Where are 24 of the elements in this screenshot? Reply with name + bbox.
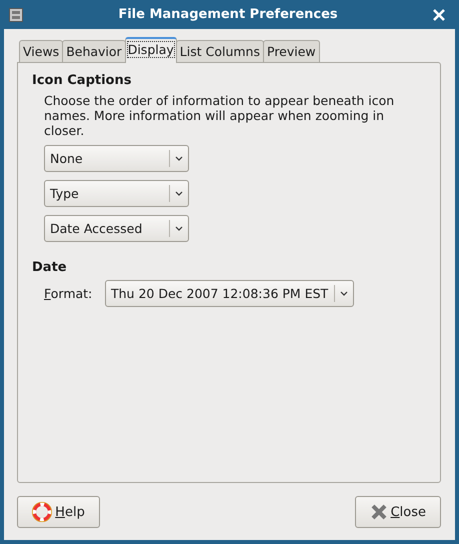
close-icon[interactable] xyxy=(433,8,445,20)
tab[interactable]: Views xyxy=(19,40,64,62)
chevron-icon xyxy=(175,191,183,196)
caption-dropdown[interactable]: Date Accessed xyxy=(44,215,189,242)
caption-dropdown[interactable]: Type xyxy=(44,180,189,207)
close-button[interactable]: Close xyxy=(354,496,441,528)
format-label: Format: xyxy=(44,286,94,301)
chevron-icon xyxy=(175,226,183,231)
tab[interactable]: List Columns xyxy=(176,40,264,62)
description-text: Choose the order of information to appear beneath icon names. More information will appear when zooming in closer. xyxy=(44,93,396,138)
tab[interactable]: Behavior xyxy=(62,40,126,62)
help-button[interactable]: Help xyxy=(17,496,100,528)
window-title: File Management Preferences xyxy=(117,7,339,22)
section-heading: Icon Captions xyxy=(32,73,132,88)
date-format-dropdown[interactable]: Thu 20 Dec 2007 12:08:36 PM EST xyxy=(105,280,354,307)
section-heading: Date xyxy=(32,260,68,275)
chevron-icon xyxy=(340,291,348,296)
caption-dropdown[interactable]: None xyxy=(44,145,189,172)
lifebuoy-icon xyxy=(32,502,52,522)
tab[interactable]: Preview xyxy=(263,40,320,62)
window-menu-icon[interactable] xyxy=(9,8,23,22)
close-icon xyxy=(370,503,388,521)
tab[interactable]: Display xyxy=(124,37,177,63)
chevron-icon xyxy=(175,156,183,161)
